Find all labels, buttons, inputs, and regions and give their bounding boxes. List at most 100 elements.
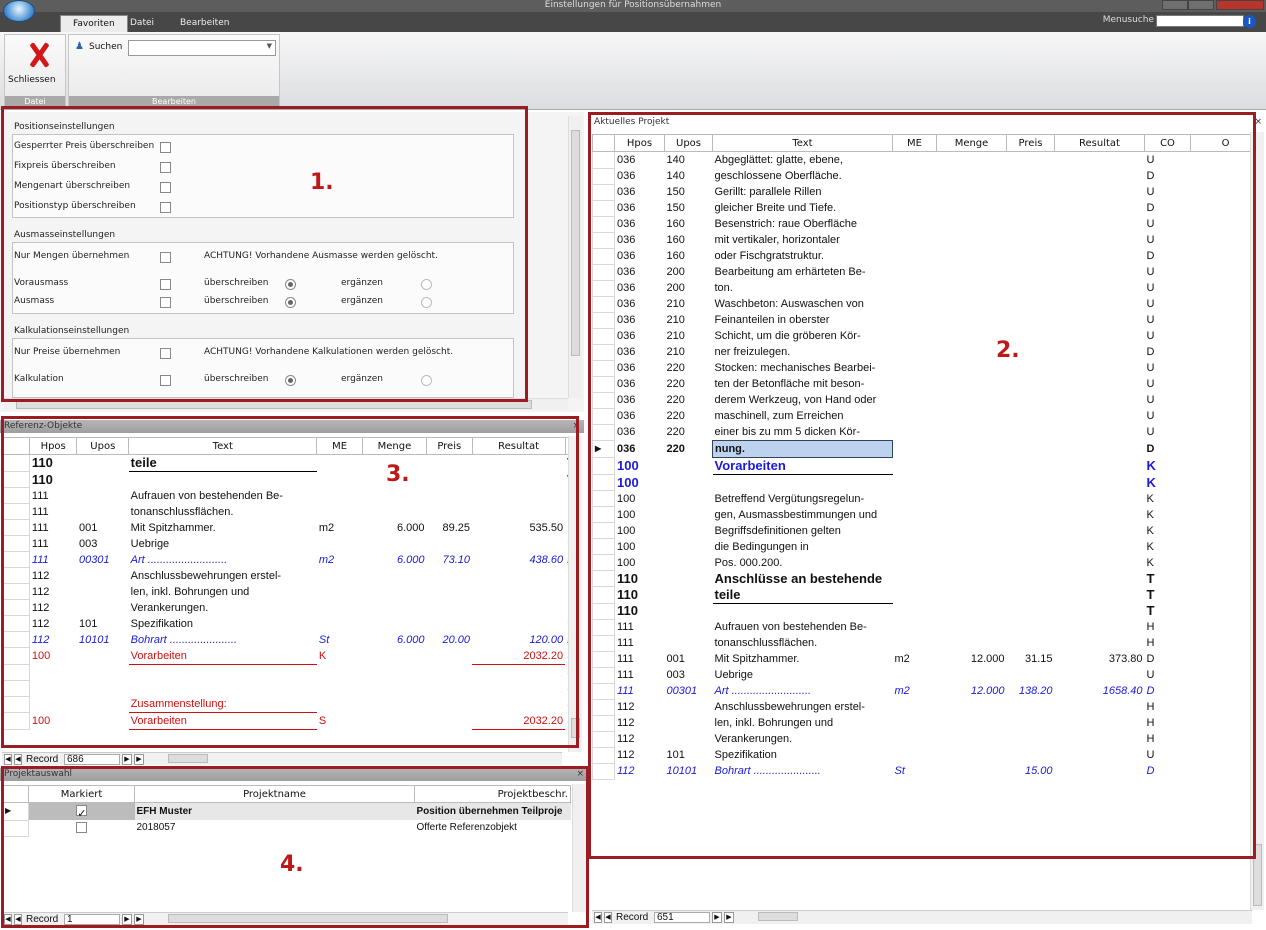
- table-row[interactable]: 036 210 Schicht, um die gröberen Kör- U: [592, 327, 1261, 345]
- row-selector[interactable]: [592, 474, 615, 491]
- table-row[interactable]: 112 10101 Bohrart ...................... St…: [2, 631, 576, 648]
- prev-record-icon[interactable]: ◀: [604, 912, 612, 923]
- table-row[interactable]: 111Aufrauen von bestehenden Be-H: [2, 487, 576, 504]
- kalk-ergaenzen-radio[interactable]: [421, 375, 432, 386]
- col-co[interactable]: CO: [1144, 134, 1191, 152]
- ausmass-ueberschreiben-radio[interactable]: [285, 297, 296, 308]
- table-row[interactable]: 036 210 Waschbeton: Auswaschen von U: [592, 295, 1261, 313]
- prev-record-icon[interactable]: ◀: [14, 754, 22, 765]
- row-selector[interactable]: [2, 647, 30, 665]
- row-selector[interactable]: [592, 490, 615, 507]
- table-row[interactable]: 100 K: [592, 474, 1261, 491]
- row-selector[interactable]: [592, 247, 615, 265]
- table-row[interactable]: 111 001 Mit Spitzhammer. m2 6.000 89.25 535.50…: [2, 519, 576, 536]
- col-menge[interactable]: Menge: [936, 134, 1007, 152]
- close-icon[interactable]: ×: [576, 768, 584, 781]
- row-selector[interactable]: [592, 295, 615, 313]
- markiert-checkbox[interactable]: ✓: [76, 805, 88, 820]
- row-selector[interactable]: [592, 215, 615, 233]
- col-preis[interactable]: Preis: [426, 437, 473, 455]
- table-row[interactable]: 036 160 Besenstrich: raue Oberfläche U: [592, 215, 1261, 233]
- table-row[interactable]: 036 210 Feinanteilen in oberster U: [592, 311, 1261, 329]
- ausmass-checkbox[interactable]: [160, 297, 171, 308]
- projekt-vscroll[interactable]: [572, 784, 586, 912]
- nur-preise-checkbox[interactable]: [160, 348, 171, 359]
- suchen-dropdown[interactable]: ▼: [128, 40, 276, 56]
- row-selector[interactable]: [592, 762, 615, 780]
- row-selector[interactable]: [592, 457, 615, 475]
- row-selector[interactable]: [592, 538, 615, 555]
- col-text[interactable]: Text: [712, 134, 893, 152]
- table-row[interactable]: 036 210 ner freizulegen. D: [592, 343, 1261, 361]
- table-row[interactable]: 036 150 Gerillt: parallele Rillen U: [592, 183, 1261, 201]
- row-selector[interactable]: [2, 471, 30, 488]
- row-selector[interactable]: [592, 263, 615, 281]
- col-resultat[interactable]: Resultat: [1054, 134, 1145, 152]
- col-upos[interactable]: Upos: [76, 437, 130, 455]
- prev-record-icon[interactable]: ◀: [14, 914, 22, 925]
- table-row[interactable]: 111Aufrauen von bestehenden Be-H: [592, 618, 1261, 636]
- table-row[interactable]: 036 220 maschinell, zum Erreichen U: [592, 407, 1261, 425]
- row-selector[interactable]: [592, 522, 615, 539]
- table-row[interactable]: 111 00301 Art .......................... m2…: [592, 682, 1261, 700]
- ausmass-ergaenzen-radio[interactable]: [421, 297, 432, 308]
- close-x-icon[interactable]: [25, 41, 53, 69]
- row-selector[interactable]: [592, 602, 615, 620]
- table-row[interactable]: 112Verankerungen.H: [592, 730, 1261, 748]
- table-row[interactable]: 112Verankerungen.H: [2, 599, 576, 616]
- tab-datei[interactable]: Datei: [118, 15, 166, 32]
- referenz-hscroll[interactable]: [152, 753, 552, 765]
- table-row[interactable]: 111 tonanschlussflächen. H: [592, 634, 1261, 652]
- table-row[interactable]: Zusammenstellung:S: [2, 695, 576, 713]
- vorausmass-checkbox[interactable]: [160, 279, 171, 290]
- table-row[interactable]: ▶ ✓ EFH Muster Position übernehmen Teilp…: [2, 802, 571, 821]
- kalkulation-checkbox[interactable]: [160, 375, 171, 386]
- table-row[interactable]: 100 Pos. 000.200. K: [592, 554, 1261, 571]
- row-selector[interactable]: [592, 359, 615, 377]
- row-selector[interactable]: [2, 663, 30, 681]
- aktuelles-vscroll[interactable]: [1250, 132, 1264, 910]
- record-number[interactable]: 1: [64, 914, 120, 925]
- row-selector[interactable]: [592, 231, 615, 249]
- row-selector[interactable]: [592, 586, 615, 604]
- table-row[interactable]: 100 gen, Ausmassbestimmungen und K: [592, 506, 1261, 523]
- record-number[interactable]: 686: [64, 754, 120, 765]
- table-row[interactable]: 036 220 einer bis zu mm 5 dicken Kör- U: [592, 423, 1261, 441]
- row-selector[interactable]: [2, 695, 30, 713]
- col-preis[interactable]: Preis: [1006, 134, 1055, 152]
- aktuelles-hscroll[interactable]: [742, 911, 1242, 923]
- row-selector[interactable]: [2, 631, 30, 648]
- last-record-icon[interactable]: ▶: [134, 754, 144, 765]
- row-selector[interactable]: [2, 583, 30, 600]
- app-orb-icon[interactable]: [3, 0, 35, 22]
- row-selector[interactable]: [592, 506, 615, 523]
- minimize-button[interactable]: [1162, 0, 1188, 10]
- table-row[interactable]: 100 Vorarbeiten K: [592, 457, 1261, 475]
- row-selector[interactable]: [592, 167, 615, 185]
- table-row[interactable]: 100 Begriffsdefinitionen gelten K: [592, 522, 1261, 539]
- row-selector[interactable]: [592, 714, 615, 732]
- first-record-icon[interactable]: ◀: [4, 754, 12, 765]
- col-menge[interactable]: Menge: [361, 437, 428, 455]
- table-row[interactable]: 100VorarbeitenS2032.20S: [2, 712, 576, 730]
- last-record-icon[interactable]: ▶: [134, 914, 144, 925]
- row-selector[interactable]: [2, 615, 30, 632]
- row-selector[interactable]: [2, 503, 30, 520]
- col-hpos[interactable]: Hpos: [28, 437, 78, 455]
- table-row[interactable]: 100 die Bedingungen in K: [592, 538, 1261, 555]
- close-icon[interactable]: ×: [1254, 116, 1262, 129]
- fixpreis-checkbox[interactable]: [160, 162, 171, 173]
- maximize-button[interactable]: [1188, 0, 1214, 10]
- row-selector[interactable]: [592, 183, 615, 201]
- kalk-ueberschreiben-radio[interactable]: [285, 375, 296, 386]
- row-selector[interactable]: [592, 730, 615, 748]
- table-row[interactable]: 036 160 oder Fischgratstruktur. D: [592, 247, 1261, 265]
- next-record-icon[interactable]: ▶: [712, 912, 722, 923]
- vorausmass-ueberschreiben-radio[interactable]: [285, 279, 296, 290]
- table-row[interactable]: 110 teile T: [592, 586, 1261, 604]
- first-record-icon[interactable]: ◀: [594, 912, 602, 923]
- col-text[interactable]: Text: [128, 437, 318, 455]
- row-selector[interactable]: [592, 746, 615, 764]
- menusuche-input[interactable]: [1156, 15, 1244, 27]
- table-row[interactable]: 036 150 gleicher Breite und Tiefe. D: [592, 199, 1261, 217]
